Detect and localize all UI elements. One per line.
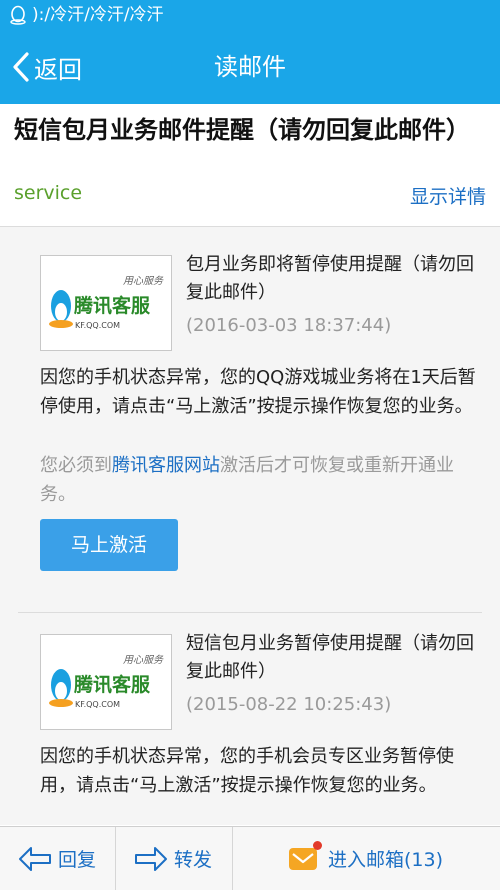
mail-header: 短信包月业务邮件提醒（请勿回复此邮件） service 显示详情: [0, 104, 500, 227]
note-prefix: 您必须到: [40, 455, 112, 476]
tencent-logo-icon: 腾讯客服 用心服务 KF.QQ.COM: [41, 635, 171, 729]
reply-label: 回复: [58, 849, 97, 871]
tencent-service-site-link[interactable]: 腾讯客服网站: [112, 455, 220, 476]
svg-text:腾讯客服: 腾讯客服: [73, 673, 151, 696]
mail-subject: 短信包月业务邮件提醒（请勿回复此邮件）: [14, 116, 470, 144]
activate-now-button[interactable]: 马上激活: [40, 519, 178, 571]
tencent-logo-icon: 腾讯客服 用心服务 KF.QQ.COM: [41, 256, 171, 350]
nav-bar: 返回 读邮件: [0, 30, 500, 104]
svg-text:用心服务: 用心服务: [123, 654, 164, 666]
reply-button[interactable]: 回复: [18, 827, 96, 890]
notice-title: 包月业务即将暂停使用提醒（请勿回复此邮件）: [186, 254, 474, 303]
status-bar: ):/冷汗/冷汗/冷汗: [0, 0, 500, 30]
svg-text:腾讯客服: 腾讯客服: [73, 294, 151, 317]
notice-note: 您必须到腾讯客服网站激活后才可恢复或重新开通业务。: [40, 451, 480, 509]
svg-text:KF.QQ.COM: KF.QQ.COM: [75, 321, 120, 330]
bottom-toolbar: 回复 转发 进入邮箱(13): [0, 826, 500, 890]
notice-body: 因您的手机状态异常，您的QQ游戏城业务将在1天后暂停使用，请点击“马上激活”按提…: [40, 367, 476, 417]
enter-inbox-button[interactable]: 进入邮箱(13): [288, 827, 443, 890]
forward-arrow-icon: [135, 846, 167, 871]
page-title: 读邮件: [214, 53, 286, 81]
notice-date: (2016-03-03 18:37:44): [186, 315, 392, 336]
mail-sender[interactable]: service: [14, 182, 82, 204]
notice-body: 因您的手机状态异常，您的手机会员专区业务暂停使用，请点击“马上激活”按提示操作恢…: [40, 746, 454, 796]
mail-envelope-icon: [288, 840, 322, 872]
svg-text:KF.QQ.COM: KF.QQ.COM: [75, 700, 120, 709]
forward-label: 转发: [174, 849, 213, 871]
unread-badge: [313, 840, 322, 850]
svg-text:用心服务: 用心服务: [123, 275, 164, 287]
toolbar-separator: [232, 827, 233, 890]
forward-button[interactable]: 转发: [134, 827, 212, 890]
notice-title: 短信包月业务暂停使用提醒（请勿回复此邮件）: [186, 633, 474, 682]
inbox-label: 进入邮箱(13): [328, 849, 444, 871]
tencent-service-logo: 腾讯客服 用心服务 KF.QQ.COM: [40, 255, 172, 351]
status-text: ):/冷汗/冷汗/冷汗: [32, 5, 164, 25]
qq-penguin-icon: [10, 5, 26, 25]
tencent-service-logo: 腾讯客服 用心服务 KF.QQ.COM: [40, 634, 172, 730]
show-details-link[interactable]: 显示详情: [410, 182, 486, 209]
toolbar-separator: [115, 827, 116, 890]
divider: [18, 612, 482, 613]
mail-body[interactable]: 腾讯客服 用心服务 KF.QQ.COM 包月业务即将暂停使用提醒（请勿回复此邮件…: [0, 227, 500, 825]
notice-date: (2015-08-22 10:25:43): [186, 694, 392, 715]
reply-arrow-icon: [19, 846, 51, 871]
